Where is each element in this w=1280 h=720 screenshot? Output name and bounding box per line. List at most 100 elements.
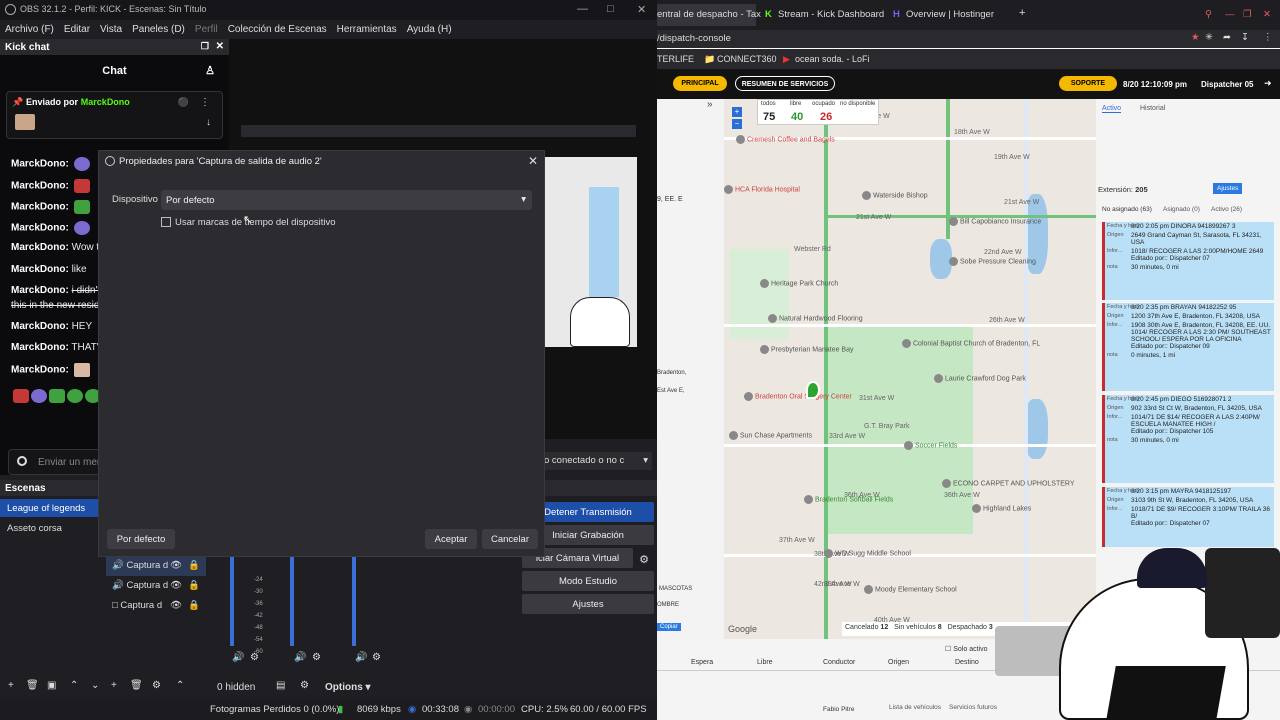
menu-icon[interactable]: ⋮ [1263,32,1273,43]
collapse-icon[interactable]: » [707,99,713,110]
principal-button[interactable]: PRINCIPAL [673,76,727,91]
tab-historial[interactable]: Historial [1140,105,1165,112]
lock-icon[interactable]: 🔒 [188,580,200,591]
solo-activo-toggle[interactable]: ☐ Solo activo [945,645,987,653]
mixer-speaker-icon[interactable]: 🔊 [294,652,306,663]
accept-button[interactable]: Aceptar [425,529,477,549]
menu-paneles[interactable]: Paneles (D) [127,20,190,39]
move-up-icon[interactable]: ⌃ [70,680,78,691]
visibility-icon[interactable]: 👁 [170,580,182,591]
add-source-icon[interactable]: + [111,680,117,691]
poi-soccer[interactable]: Soccer Fields [904,441,957,450]
remove-scene-icon[interactable]: 🗑 [26,680,39,691]
extensions-icon[interactable]: ✳ [1205,32,1213,43]
settings-button[interactable]: Ajustes [522,594,654,614]
undock-icon[interactable]: ❐ [201,41,209,52]
poi-waterside[interactable]: Waterside Bishop [862,191,928,200]
source-settings-icon[interactable]: ⚙ [152,680,161,691]
source-up-icon[interactable]: ⌃ [176,680,184,691]
emote-icon[interactable] [67,389,83,403]
pin-toggle-icon[interactable]: ⚫ [178,97,189,108]
minimize-icon[interactable]: — [577,3,588,15]
poi-oral-surgery[interactable]: Bradenton Oral Surgery Center [744,392,852,401]
mixer-settings-icon[interactable]: ⚙ [250,652,259,663]
menu-vista[interactable]: Vista [95,20,127,39]
chat-emoji-icon[interactable] [17,456,27,466]
mixer-speaker-icon[interactable]: 🔊 [355,652,367,663]
copy-button[interactable]: Copiar [657,623,681,631]
bookmark-item[interactable]: ocean soda. - LoFi [795,54,870,64]
bookmark-item[interactable]: TERLIFE [657,54,694,64]
visibility-icon[interactable]: 👁 [170,560,182,571]
menu-coleccion[interactable]: Colección de Escenas [223,20,332,39]
menu-herramientas[interactable]: Herramientas [332,20,402,39]
lock-icon[interactable]: 🔒 [188,600,200,611]
subtab-activo[interactable]: Activo (26) [1211,206,1242,213]
scene-item[interactable]: Asseto corsa [0,519,100,537]
service-card[interactable]: Fecha y hora 8/20 2:05 pm DINORA 94189926… [1102,222,1274,300]
menu-archivo[interactable]: Archivo (F) [0,20,59,39]
emote-icon[interactable] [49,389,65,403]
close-icon[interactable]: ✕ [637,3,646,16]
add-scene-icon[interactable]: + [8,680,14,691]
zoom-out-icon[interactable]: − [732,119,742,129]
poi-cremesh[interactable]: Cremesh Coffee and Bagels [736,135,835,144]
subtab-no-asignado[interactable]: No asignado (63) [1102,206,1152,213]
remove-source-icon[interactable]: 🗑 [130,680,143,691]
studio-mode-button[interactable]: Modo Estudio [522,571,654,591]
stream-status-select[interactable]: o conectado o no c ▾ [540,452,652,470]
service-card[interactable]: Fecha y hora 8/20 3:15 pm MAYRA 941812519… [1102,487,1274,547]
source-item[interactable]: 🔊 Captura d 👁 🔒 [106,576,206,596]
tab-hostinger[interactable]: Overview | Hostinger [906,9,994,20]
resumen-button[interactable]: RESUMEN DE SERVICIOS [735,76,835,91]
device-select[interactable]: Por defecto ▾ [161,190,532,210]
options-button[interactable]: Options ▾ [325,682,371,693]
poi-moody[interactable]: Moody Elementary School [864,585,957,594]
mixer-settings-icon[interactable]: ⚙ [312,652,321,663]
mixer-settings-icon[interactable]: ⚙ [372,652,381,663]
service-card[interactable]: Fecha y hora 8/20 2:45 pm DIEGO 516928071… [1102,395,1274,483]
poi-softball[interactable]: Bradenton Softball Fields [804,495,893,504]
minimize-icon[interactable]: — [1225,9,1235,20]
defaults-button[interactable]: Por defecto [107,529,175,549]
soporte-button[interactable]: SOPORTE [1059,76,1117,91]
mixer-layout-icon[interactable]: ▤ [276,680,285,691]
users-icon[interactable]: ♙ [205,64,215,77]
poi-highland[interactable]: Highland Lakes [972,504,1031,513]
poi-hardwood[interactable]: Natural Hardwood Flooring [768,314,863,323]
poi-econo[interactable]: ECONO CARPET AND UPHOLSTERY [942,479,1075,488]
logout-icon[interactable]: ➜ [1264,78,1272,89]
maximize-icon[interactable]: □ [607,3,614,15]
emote-icon[interactable] [13,389,29,403]
lock-icon[interactable]: 🔒 [188,560,200,571]
poi-colonial[interactable]: Colonial Baptist Church of Bradenton, FL [902,339,1040,348]
service-card[interactable]: Fecha y hora 8/20 2:35 pm BRAYAN 94182252… [1102,303,1274,391]
menu-editar[interactable]: Editar [59,20,95,39]
tab-activo[interactable]: Activo [1102,105,1122,113]
menu-perfil[interactable]: Perfil [190,20,223,39]
source-item[interactable]: □ Captura d 👁 🔒 [106,596,206,616]
tab-vehiculos[interactable]: Lista de vehículos [889,704,941,711]
bookmark-item[interactable]: CONNECT360 [717,54,777,64]
poi-heritage[interactable]: Heritage Park Church [760,279,838,288]
tab-futuros[interactable]: Servicios futuros [949,704,997,711]
bookmark-star-icon[interactable]: ★ [1191,32,1200,43]
mixer-link-icon[interactable]: ⚙ [300,680,309,691]
address-bar[interactable]: /dispatch-console ★ ✳ ➦ ↧ ⋮ [657,30,1280,48]
restore-icon[interactable]: ❐ [1243,9,1252,20]
close-icon[interactable]: ✕ [1263,9,1271,20]
search-icon[interactable]: ⚲ [1205,9,1212,20]
source-item[interactable]: 🔊 Captura d 👁 🔒 [106,556,206,576]
share-icon[interactable]: ➦ [1223,32,1231,43]
move-down-icon[interactable]: ⌄ [91,680,99,691]
zoom-in-icon[interactable]: + [732,107,742,117]
menu-ayuda[interactable]: Ayuda (H) [402,20,457,39]
tab-kick-dashboard[interactable]: Stream - Kick Dashboard [778,9,884,20]
poi-sobe[interactable]: Sobe Pressure Cleaning [949,257,1036,266]
more-icon[interactable]: ⋮ [200,97,210,108]
poi-presbyterian[interactable]: Presbyterian Manatee Bay [760,345,854,354]
tab-dispatch[interactable]: entral de despacho - Tax [657,9,761,20]
poi-hospital[interactable]: HCA Florida Hospital [724,185,800,194]
poi-wd-sugg[interactable]: WD Sugg Middle School [824,549,911,558]
poi-insurance[interactable]: Bill Capobianco Insurance [949,217,1041,226]
